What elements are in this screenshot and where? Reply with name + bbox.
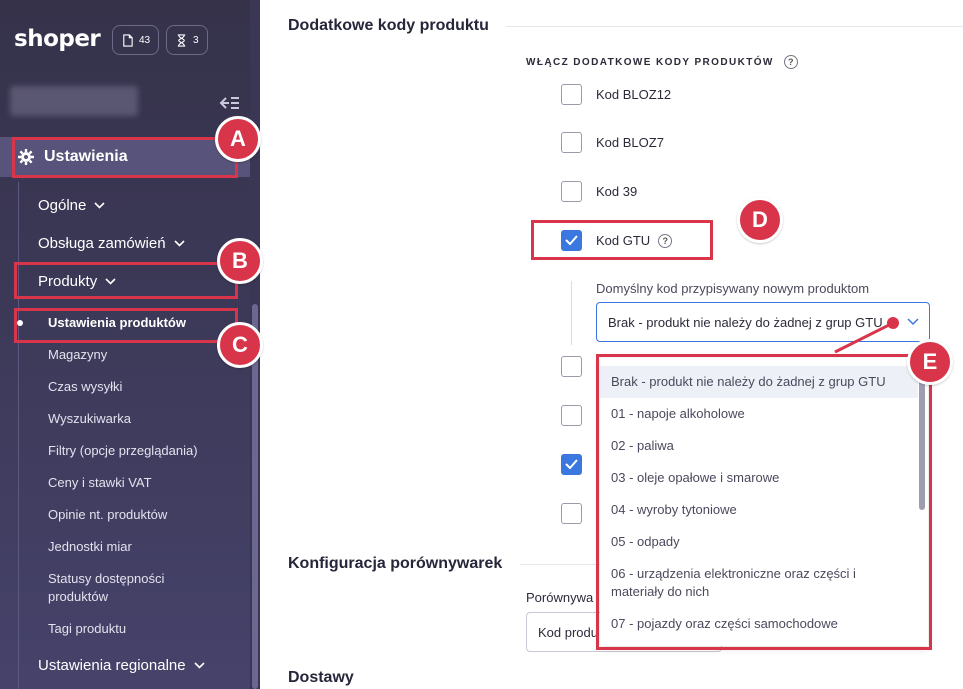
comparators-value: Kod produ (538, 624, 598, 640)
sidebar-item-shipping-time[interactable]: Czas wysyłki (48, 378, 122, 396)
section-divider (506, 26, 963, 27)
annotation-frame-c (14, 308, 238, 343)
checkbox-code39[interactable] (561, 181, 582, 202)
sidebar-item-prices-vat[interactable]: Ceny i stawki VAT (48, 474, 152, 492)
checkbox-hidden-3[interactable] (561, 454, 582, 475)
annotation-frame-e (596, 354, 932, 650)
default-gtu-select[interactable]: Brak - produkt nie należy do żadnej z gr… (596, 302, 930, 342)
pages-badge[interactable]: 43 (112, 25, 160, 55)
annotation-frame-b (14, 262, 238, 299)
annotation-frame-a (12, 137, 238, 178)
bloz7-text: Kod BLOZ7 (596, 135, 664, 150)
chevron-down-icon (907, 318, 919, 326)
annotation-marker-d: D (737, 197, 783, 243)
sidebar-item-orders[interactable]: Obsługa zamówień (38, 235, 185, 252)
checkmark-icon (565, 459, 578, 469)
section-divider (520, 564, 600, 565)
checkbox-hidden-2[interactable] (561, 405, 582, 426)
document-icon (123, 33, 133, 47)
store-name-blurred (10, 86, 138, 116)
checkbox-hidden-1[interactable] (561, 356, 582, 377)
section-title-comparators: Konfiguracja porównywarek (288, 555, 503, 572)
code39-text: Kod 39 (596, 184, 638, 199)
pages-count: 43 (139, 34, 151, 46)
nav-tree-line (18, 182, 19, 689)
label-bloz7: Kod BLOZ7 (596, 135, 664, 150)
sidebar-item-availability[interactable]: Statusy dostępności produktów (48, 570, 198, 606)
hourglass-icon (177, 33, 186, 47)
checkbox-bloz7[interactable] (561, 132, 582, 153)
orders-label: Obsługa zamówień (38, 235, 166, 252)
chevron-down-icon (174, 240, 185, 247)
sidebar-item-units[interactable]: Jednostki miar (48, 538, 132, 556)
tasks-badge[interactable]: 3 (166, 25, 208, 55)
annotation-frame-d (531, 220, 713, 260)
section-title-additional-codes: Dodatkowe kody produktu (288, 17, 489, 34)
nested-field-line (571, 281, 572, 345)
label-code39: Kod 39 (596, 184, 637, 199)
help-icon[interactable]: ? (783, 55, 798, 69)
default-gtu-value: Brak - produkt nie należy do żadnej z gr… (608, 314, 883, 330)
bloz12-text: Kod BLOZ12 (596, 87, 672, 102)
checkbox-hidden-4[interactable] (561, 503, 582, 524)
annotation-marker-e: E (907, 339, 953, 385)
annotation-marker-c: C (217, 322, 263, 368)
label-bloz12: Kod BLOZ12 (596, 87, 671, 102)
enable-codes-label: WŁĄCZ DODATKOWE KODY PRODUKTÓW ? (526, 55, 798, 69)
sidebar-item-general[interactable]: Ogólne (38, 197, 105, 214)
regional-label: Ustawienia regionalne (38, 657, 186, 674)
sidebar-item-regional[interactable]: Ustawienia regionalne (38, 657, 205, 674)
section-title-delivery: Dostawy (288, 669, 354, 686)
collapse-sidebar-icon[interactable] (218, 95, 240, 111)
sidebar-item-tags[interactable]: Tagi produktu (48, 620, 126, 638)
sidebar-item-warehouses[interactable]: Magazyny (48, 346, 107, 364)
shoper-logo[interactable]: shoper (14, 26, 101, 52)
sidebar-item-reviews[interactable]: Opinie nt. produktów (48, 506, 167, 524)
sidebar-item-search[interactable]: Wyszukiwarka (48, 410, 131, 428)
general-label: Ogólne (38, 197, 87, 214)
comparators-label: Porównywa (526, 590, 594, 605)
annotation-marker-a: A (215, 116, 261, 162)
enable-codes-text: WŁĄCZ DODATKOWE KODY PRODUKTÓW (526, 56, 774, 68)
checkbox-bloz12[interactable] (561, 84, 582, 105)
tasks-count: 3 (193, 34, 199, 46)
chevron-down-icon (94, 202, 105, 209)
sidebar-item-filters[interactable]: Filtry (opcje przeglądania) (48, 442, 198, 460)
default-code-label: Domyślny kod przypisywany nowym produkto… (596, 281, 870, 296)
annotation-marker-b: B (217, 238, 263, 284)
chevron-down-icon (194, 662, 205, 669)
